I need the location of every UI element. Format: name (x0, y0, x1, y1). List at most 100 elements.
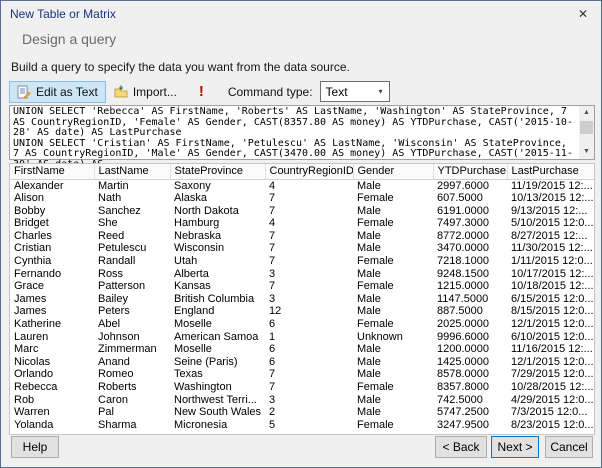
cell-lastname: Roberts (98, 381, 137, 393)
cell-lastpurchase: 8/23/2015 12:0... (511, 418, 594, 431)
table-row[interactable]: Charles Reed Nebraska 7 Male 8772.0000 8/27/20… (10, 229, 594, 243)
table-row[interactable]: Cristian Petulescu Wisconsin 7 Male 3470.0000… (10, 242, 594, 255)
results-tbody: Alexander Martin Saxony 4 Male 2997.6000 11/19… (10, 179, 594, 432)
cell-ytdpurchase: 2997.6000 (437, 179, 489, 192)
cell-firstname: Fernando (14, 267, 62, 280)
column-header-firstname[interactable]: FirstName (10, 164, 95, 180)
cell-ytdpurchase: 9996.6000 (437, 330, 489, 343)
table-row[interactable]: James Peters England 12 Male 887.5000 8/15/201… (10, 305, 594, 318)
column-header-gender[interactable]: Gender (353, 164, 434, 180)
cell-lastpurchase: 5/10/2015 12:0... (511, 217, 594, 230)
query-text-editor[interactable]: UNION SELECT 'Rebecca' AS FirstName, 'Ro… (9, 105, 595, 170)
cell-stateprovince: Kansas (174, 280, 211, 293)
cell-stateprovince: Moselle (174, 318, 212, 331)
cell-stateprovince: Northwest Terri... (174, 393, 257, 406)
cell-lastpurchase: 10/18/2015 12:... (511, 280, 594, 293)
cell-stateprovince: Nebraska (174, 229, 222, 242)
cell-countryregionid: 7 (269, 192, 276, 205)
cell-lastpurchase: 10/17/2015 12:... (511, 267, 594, 280)
cell-firstname: Warren (14, 406, 50, 419)
cell-stateprovince: Washington (174, 381, 232, 393)
cell-gender: Male (357, 368, 381, 381)
title-bar: New Table or Matrix ✕ (1, 1, 601, 27)
table-row[interactable]: Warren Pal New South Wales 2 Male 5747.2500 7/… (10, 406, 594, 419)
cell-countryregionid: 5 (269, 418, 276, 431)
cell-countryregionid: 7 (269, 242, 276, 255)
cell-gender: Male (357, 343, 381, 356)
cell-lastname: Zimmerman (98, 343, 157, 356)
column-header-lastpurchase[interactable]: LastPurchase (507, 164, 594, 180)
cancel-button[interactable]: Cancel (545, 436, 593, 458)
cell-countryregionid: 7 (269, 280, 276, 293)
cell-firstname: Rebecca (14, 381, 58, 393)
cell-firstname: Charles (14, 229, 52, 242)
cell-ytdpurchase: 9248.1500 (437, 267, 489, 280)
cell-lastpurchase: 6/10/2015 12:0... (511, 330, 594, 343)
cell-ytdpurchase: 7218.1000 (437, 255, 489, 268)
table-row[interactable]: Rebecca Roberts Washington 7 Female 8357.8000… (10, 381, 594, 394)
table-row[interactable]: Lauren Johnson American Samoa 1 Unknown 9996.… (10, 330, 594, 344)
cell-lastname: Caron (98, 393, 128, 406)
cell-gender: Male (357, 267, 381, 280)
table-row[interactable]: Alexander Martin Saxony 4 Male 2997.6000 11/19… (10, 179, 594, 192)
cell-lastname: Nath (98, 192, 122, 205)
cell-gender: Female (357, 255, 394, 268)
back-button[interactable]: < Back (435, 436, 487, 458)
cell-countryregionid: 4 (269, 217, 276, 230)
cell-lastpurchase: 9/13/2015 12:... (511, 204, 588, 217)
cell-lastname: Abel (98, 318, 121, 331)
next-button[interactable]: Next > (491, 436, 539, 458)
cell-countryregionid: 12 (269, 305, 282, 318)
import-button[interactable]: Import... (106, 81, 185, 103)
table-row[interactable]: Orlando Romeo Texas 7 Male 8578.0000 7/29/2015… (10, 368, 594, 381)
cell-countryregionid: 1 (269, 330, 276, 343)
table-row[interactable]: Bridget She Hamburg 4 Female 7497.3000 5/10/20… (10, 217, 594, 230)
table-row[interactable]: James Bailey British Columbia 3 Male 1147.500… (10, 292, 594, 306)
table-row[interactable]: Rob Caron Northwest Terri... 3 Male 742.5000 4… (10, 393, 594, 407)
cell-stateprovince: Saxony (174, 179, 211, 192)
scroll-down-icon[interactable]: ▼ (579, 145, 594, 159)
close-icon[interactable]: ✕ (567, 3, 599, 25)
edit-as-text-button[interactable]: Edit as Text (9, 80, 106, 103)
import-icon (114, 85, 128, 99)
help-button[interactable]: Help (11, 436, 59, 458)
cell-stateprovince: American Samoa (174, 330, 259, 343)
query-text[interactable]: UNION SELECT 'Rebecca' AS FirstName, 'Ro… (13, 106, 576, 171)
scroll-up-icon[interactable]: ▲ (579, 106, 594, 120)
cell-stateprovince: Micronesia (174, 418, 228, 431)
cell-firstname: Katherine (14, 318, 62, 331)
table-row[interactable]: Alison Nath Alaska 7 Female 607.5000 10/13/201… (10, 192, 594, 205)
column-header-stateprovince[interactable]: StateProvince (170, 164, 266, 180)
results-table: FirstName LastName StateProvince CountryReg… (10, 164, 594, 432)
cell-lastpurchase: 10/13/2015 12:... (511, 192, 594, 205)
cell-gender: Female (357, 217, 394, 230)
table-row[interactable]: Yolanda Sharma Micronesia 5 Female 3247.9500 8… (10, 418, 594, 432)
cell-firstname: Yolanda (14, 418, 54, 431)
cell-lastname: Martin (98, 179, 129, 192)
query-scrollbar[interactable]: ▲ ▼ (579, 106, 594, 159)
column-header-lastname[interactable]: LastName (94, 164, 171, 180)
table-row[interactable]: Nicolas Anand Seine (Paris) 6 Male 1425.0000 1… (10, 355, 594, 369)
cell-gender: Male (357, 355, 381, 368)
cell-firstname: Marc (14, 343, 39, 356)
cell-lastpurchase: 7/3/2015 12:0... (511, 406, 588, 419)
table-row[interactable]: Bobby Sanchez North Dakota 7 Male 6191.0000 9/… (10, 204, 594, 218)
command-type-select[interactable]: Text ▾ (319, 81, 390, 102)
column-header-ytdpurchase[interactable]: YTDPurchase (433, 164, 508, 180)
cell-countryregionid: 2 (269, 406, 276, 419)
table-row[interactable]: Marc Zimmerman Moselle 6 Male 1200.0000 11/16/… (10, 343, 594, 356)
table-row[interactable]: Cynthia Randall Utah 7 Female 7218.1000 1/11/2… (10, 255, 594, 268)
table-row[interactable]: Katherine Abel Moselle 6 Female 2025.0000 12/1… (10, 318, 594, 331)
cell-lastpurchase: 6/15/2015 12:0... (511, 292, 594, 305)
cell-firstname: Rob (14, 393, 35, 406)
cell-ytdpurchase: 742.5000 (437, 393, 483, 406)
table-row[interactable]: Fernando Ross Alberta 3 Male 9248.1500 10/17/2… (10, 267, 594, 281)
scrollbar-thumb[interactable] (580, 121, 593, 134)
cell-ytdpurchase: 8578.0000 (437, 368, 489, 381)
column-header-countryregionid[interactable]: CountryRegionID (265, 164, 354, 180)
cell-firstname: Bobby (14, 204, 46, 217)
cell-stateprovince: North Dakota (174, 204, 239, 217)
table-row[interactable]: Grace Patterson Kansas 7 Female 1215.0000 10/1… (10, 280, 594, 293)
run-query-icon[interactable]: ! (199, 84, 204, 99)
cell-lastname: Patterson (98, 280, 146, 293)
